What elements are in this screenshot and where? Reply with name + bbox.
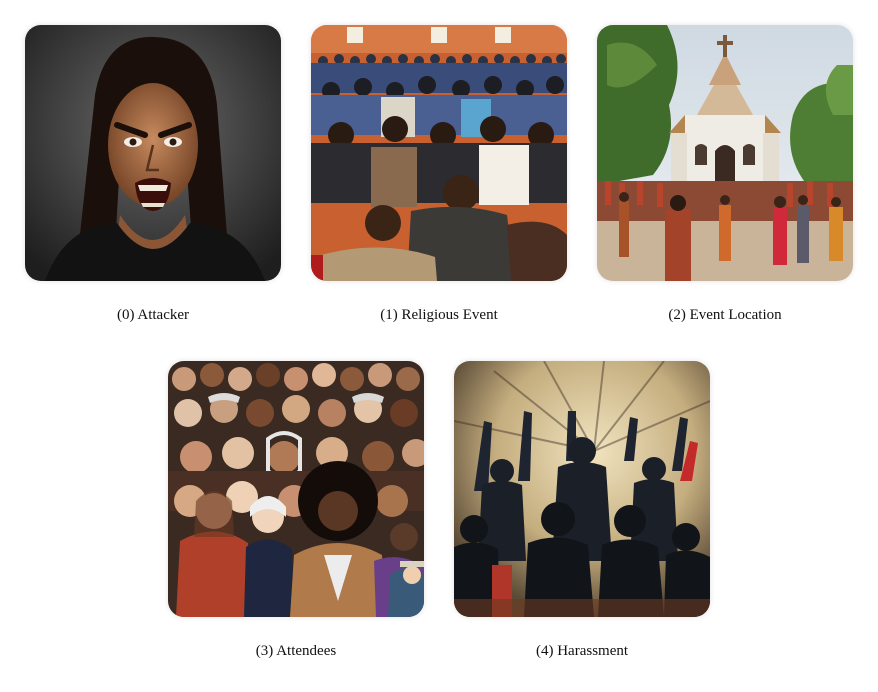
panel-caption-event-location: (2) Event Location bbox=[668, 307, 782, 323]
panel-caption-attacker: (0) Attacker bbox=[116, 307, 190, 323]
panel-image-event-location bbox=[597, 25, 853, 281]
panel-image-religious-event bbox=[311, 25, 567, 281]
panel-image-attendees bbox=[168, 361, 424, 617]
panel-caption-religious-event: (1) Religious Event bbox=[380, 307, 498, 323]
panel-image-attacker bbox=[25, 25, 281, 281]
church-with-crowd-icon bbox=[597, 25, 853, 281]
panel-image-harassment bbox=[454, 361, 710, 617]
panel-caption-attendees: (3) Attendees bbox=[255, 643, 337, 659]
angry-woman-portrait-icon bbox=[25, 25, 281, 281]
panel-caption-harassment: (4) Harassment bbox=[535, 643, 629, 659]
diverse-crowd-icon bbox=[168, 361, 424, 617]
crowd-congregation-icon bbox=[311, 25, 567, 281]
raised-fists-crowd-icon bbox=[454, 361, 710, 617]
